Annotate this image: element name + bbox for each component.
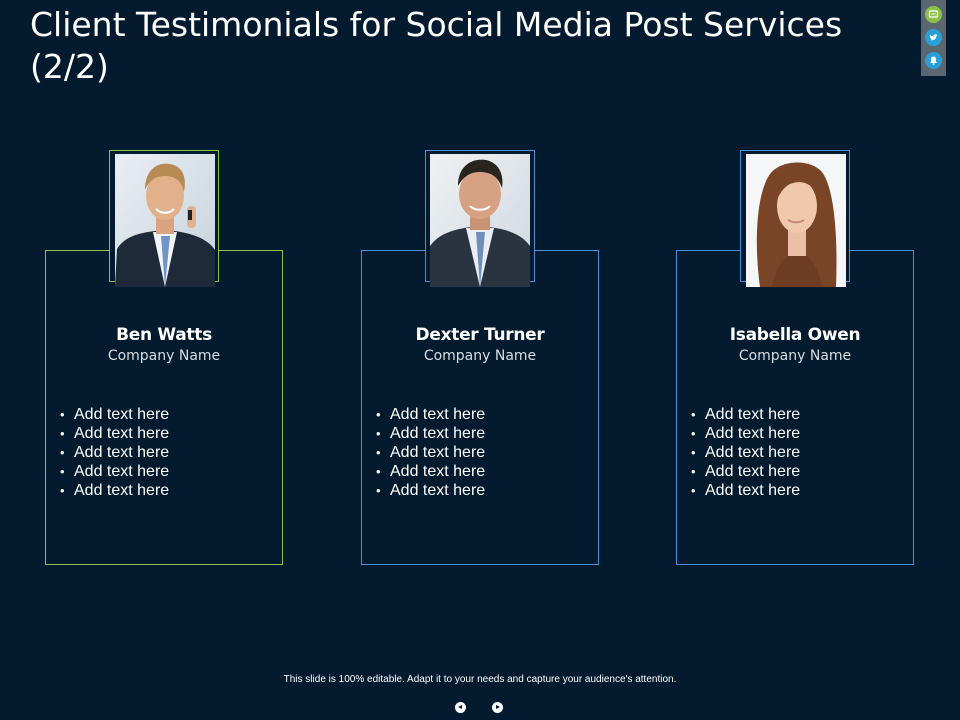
bullet-item: • Add text here bbox=[60, 482, 170, 499]
bullet-item: • Add text here bbox=[376, 406, 486, 423]
testimonial-company: Company Name bbox=[423, 348, 537, 364]
avatar bbox=[430, 154, 530, 287]
testimonial-card-3: Isabella Owen Company Name • Add text her… bbox=[676, 250, 914, 565]
social-share-bar bbox=[921, 0, 946, 76]
testimonial-name: Dexter Turner bbox=[415, 325, 545, 345]
bullet-item: • Add text here bbox=[376, 444, 486, 461]
testimonial-name: Isabella Owen bbox=[729, 325, 861, 345]
bullet-item: • Add text here bbox=[691, 463, 801, 480]
bullet-item: • Add text here bbox=[60, 406, 170, 423]
slide-title: Client Testimonials for Social Media Pos… bbox=[30, 5, 843, 86]
testimonial-bullets: • Add text here • Add text here • Add text … bbox=[60, 405, 169, 500]
testimonial-card-1: Ben Watts Company Name • Add text here • A… bbox=[45, 250, 283, 565]
slide-footer-note: This slide is 100% editable. Adapt it to… bbox=[283, 674, 677, 685]
chat-icon[interactable] bbox=[925, 6, 942, 23]
bullet-item: • Add text here bbox=[691, 444, 801, 461]
bullet-item: • Add text here bbox=[691, 425, 801, 442]
testimonial-bullets: • Add text here • Add text here • Add text … bbox=[691, 405, 800, 500]
avatar bbox=[115, 154, 215, 287]
avatar bbox=[746, 154, 846, 287]
testimonial-card-2: Dexter Turner Company Name • Add text her… bbox=[361, 250, 599, 565]
testimonial-company: Company Name bbox=[107, 348, 221, 364]
testimonial-company: Company Name bbox=[738, 348, 852, 364]
twitter-icon[interactable] bbox=[925, 29, 942, 46]
testimonial-name: Ben Watts bbox=[116, 325, 212, 345]
bullet-item: • Add text here bbox=[376, 482, 486, 499]
notification-icon[interactable] bbox=[925, 52, 942, 69]
bullet-item: • Add text here bbox=[691, 482, 801, 499]
bullet-item: • Add text here bbox=[60, 463, 170, 480]
testimonial-bullets: • Add text here • Add text here • Add text … bbox=[376, 405, 485, 500]
bullet-item: • Add text here bbox=[376, 425, 486, 442]
next-slide-button[interactable] bbox=[492, 702, 503, 713]
bullet-item: • Add text here bbox=[60, 425, 170, 442]
bullet-item: • Add text here bbox=[60, 444, 170, 461]
previous-slide-button[interactable] bbox=[455, 702, 466, 713]
bullet-item: • Add text here bbox=[691, 406, 801, 423]
bullet-item: • Add text here bbox=[376, 463, 486, 480]
